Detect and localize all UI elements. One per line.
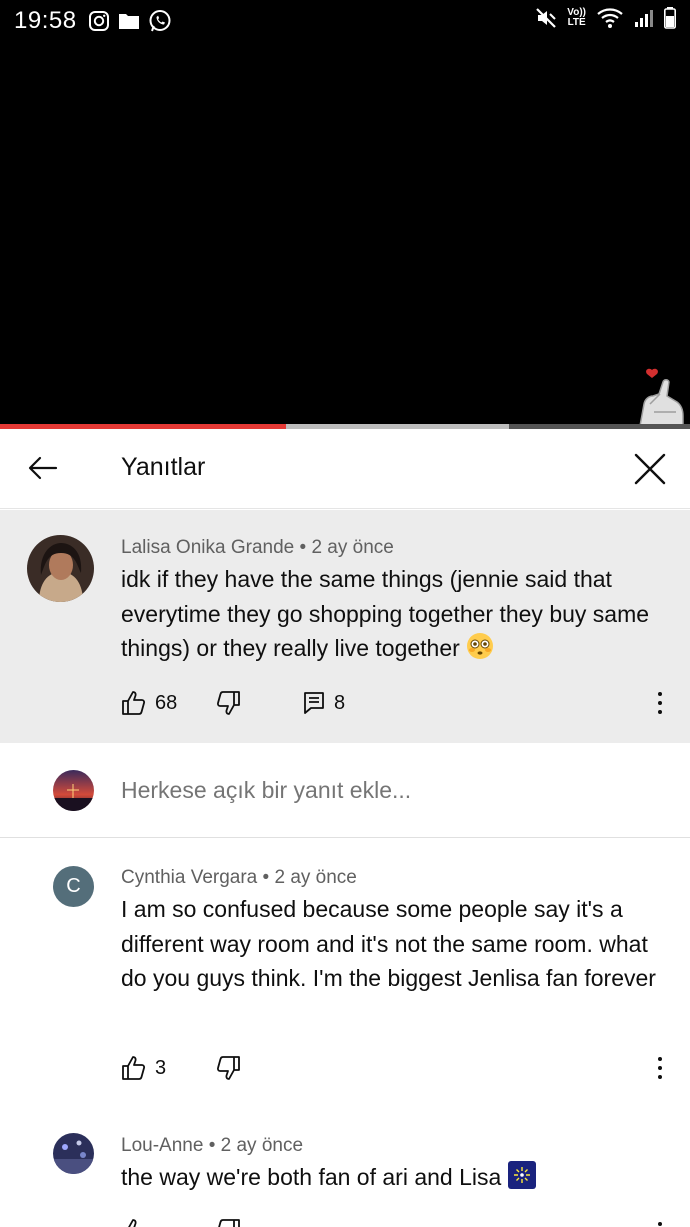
avatar-photo [53,1133,94,1174]
back-arrow-icon[interactable] [22,449,62,489]
whatsapp-icon [149,10,171,32]
thumbs-up-icon [122,1056,146,1080]
comment-text: idk if they have the same things (jennie… [121,562,661,666]
like-count: 3 [155,1056,167,1079]
comment-body: idk if they have the same things (jennie… [121,566,650,661]
comment-author[interactable]: Cynthia Vergara [121,867,257,888]
avatar[interactable] [27,535,94,602]
battery-icon [664,7,676,29]
replies-button[interactable]: 8 [302,690,345,716]
comment-meta: Cynthia Vergara • 2 ay önce [121,867,357,889]
comment-text: the way we're both fan of ari and Lisa [121,1160,666,1195]
video-player[interactable]: 19:58 Vo)) LTE [0,0,690,429]
signal-icon [635,10,653,27]
like-button[interactable]: 3 [121,1055,166,1081]
finger-heart-icon [639,368,684,427]
reply-count: 8 [334,691,346,714]
close-icon[interactable] [630,449,670,489]
thumbs-down-icon [218,1219,240,1227]
comment-body: the way we're both fan of ari and Lisa [121,1164,502,1190]
user-avatar[interactable] [53,770,94,811]
folder-icon [119,14,139,29]
fireworks-emoji [507,1161,536,1189]
instagram-icon [89,11,109,31]
thumbs-down-icon [216,691,240,715]
comment-meta: Lou-Anne • 2 ay önce [121,1135,303,1157]
dislike-button[interactable] [215,690,241,716]
system-icons: Vo)) LTE [535,7,676,29]
comment-author[interactable]: Lalisa Onika Grande [121,537,294,558]
more-options-icon[interactable] [650,1053,670,1083]
reply-input[interactable] [121,777,641,804]
reply-composer [0,743,690,838]
panel-title: Yanıtlar [121,453,206,481]
replies-panel-header: Yanıtlar [0,429,690,509]
status-time: 19:58 [14,7,77,34]
more-options-icon[interactable] [650,1218,670,1227]
avatar[interactable] [53,1133,94,1174]
thumbs-up-icon [128,1219,137,1227]
avatar-photo [27,535,94,602]
meta-separator: • [262,867,270,888]
status-bar: 19:58 Vo)) LTE [0,0,690,42]
avatar[interactable]: C [53,866,94,907]
comment-time: 2 ay önce [274,867,357,888]
volte-indicator: Vo)) LTE [567,8,586,28]
wifi-icon [597,8,623,28]
like-button[interactable]: 68 [121,690,177,716]
avatar-letter: C [66,875,81,897]
comment-author[interactable]: Lou-Anne [121,1135,203,1156]
volte-bottom: LTE [567,17,586,28]
dislike-button[interactable] [215,1055,241,1081]
thumbs-down-icon [216,1056,240,1080]
notification-icons [88,9,172,33]
comment-text: I am so confused because some people say… [121,896,656,991]
meta-separator: • [299,537,307,558]
mute-icon [536,8,557,28]
comment-time: 2 ay önce [220,1135,304,1156]
like-count: 68 [155,691,178,714]
flushed-face-emoji [467,633,494,659]
thumbs-up-icon [122,691,146,715]
dislike-button[interactable] [215,1218,241,1227]
meta-separator: • [208,1135,216,1156]
like-button[interactable] [121,1218,147,1227]
parent-comment: Lalisa Onika Grande • 2 ay önce idk if t… [0,510,690,743]
user-avatar-photo [53,770,94,811]
more-options-icon[interactable] [650,688,670,718]
comment-meta: Lalisa Onika Grande • 2 ay önce [121,537,394,559]
comment-icon [304,692,324,714]
comment-time: 2 ay önce [311,537,394,558]
